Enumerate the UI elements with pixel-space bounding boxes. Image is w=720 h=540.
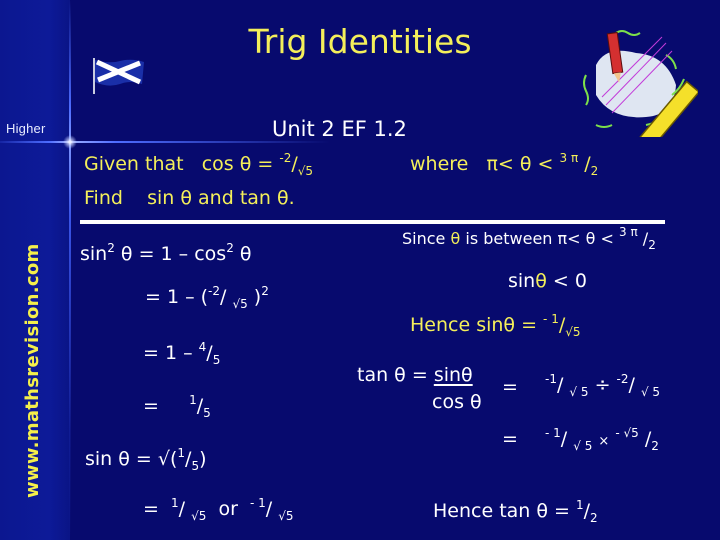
find-label: Find <box>84 187 123 209</box>
text-part: = <box>143 498 159 520</box>
range-denominator: 2 <box>590 164 599 178</box>
exponent: 2 <box>107 241 115 255</box>
multiply-operator: × <box>598 434 610 449</box>
text-part: sin θ = √( <box>85 448 178 470</box>
given-numerator: -2 <box>279 151 292 165</box>
separator-rule <box>80 220 665 224</box>
numerator: -1 <box>545 372 557 386</box>
numerator: 1 <box>177 446 186 460</box>
text-part: = <box>143 395 159 417</box>
denominator: 2 <box>590 511 598 525</box>
question-find-line: Find sin θ and tan θ. <box>84 187 295 209</box>
tan-definition-denominator: cos θ <box>432 391 482 413</box>
working-line-6: = 1/ √5 or - 1/ √5 <box>143 496 294 523</box>
sign-line: sinθ < 0 <box>508 270 587 292</box>
numerator: - 1 <box>545 426 561 440</box>
tan-step-2: - 1/ √ 5 × - √5 /2 <box>545 426 659 453</box>
site-watermark: www.mathsrevision.com <box>22 243 43 498</box>
hence-tan-line: Hence tan θ = 1/2 <box>433 498 598 525</box>
text-part: sin <box>80 243 108 265</box>
text-part: = 1 – <box>143 342 193 364</box>
exponent: 2 <box>261 284 269 298</box>
question-given-line: Given that cos θ = -2/√5 <box>84 151 314 178</box>
numerator: 1 <box>576 498 584 512</box>
working-line-4: = 1/5 <box>143 393 211 420</box>
denominator: 5 <box>203 406 211 420</box>
text-part: θ = 1 – cos <box>120 243 227 265</box>
horizontal-divider <box>0 141 330 143</box>
text-part: Hence tan θ = <box>433 500 570 522</box>
denominator: 5 <box>191 459 200 473</box>
where-label: where <box>410 153 469 175</box>
denominator: 5 <box>212 353 221 367</box>
working-line-1: sin2 θ = 1 – cos2 θ <box>80 241 252 265</box>
working-line-5: sin θ = √(1/5) <box>85 446 207 473</box>
text-part: < 0 <box>552 270 587 292</box>
text-part: ) <box>199 448 207 470</box>
level-label: Higher <box>6 121 46 136</box>
divider-cross-glow <box>63 135 77 149</box>
theta-highlight: θ <box>535 270 547 292</box>
numerator: - 1 <box>543 312 559 326</box>
numerator: 1 <box>189 393 197 407</box>
given-denominator: √5 <box>297 164 314 178</box>
ruler-pencil-clipart <box>583 30 698 137</box>
scottish-flag-icon <box>93 58 144 94</box>
text-part: Since <box>402 229 446 248</box>
text-part: Hence sinθ = <box>410 314 537 336</box>
find-text: sin θ and tan θ. <box>147 187 295 209</box>
question-range: where π< θ < 3 π /2 <box>410 151 599 178</box>
equals-2: = <box>502 428 518 450</box>
numerator: -2 <box>208 284 221 298</box>
denominator: √5 <box>278 509 294 523</box>
range-left: π< θ < <box>486 153 554 175</box>
since-line: Since θ is between π< θ < 3 π /2 <box>402 225 656 252</box>
numerator: 3 π <box>619 225 638 239</box>
numerator: 4 <box>198 340 207 354</box>
exponent: 2 <box>226 241 234 255</box>
denominator: 2 <box>651 439 659 453</box>
equals-1: = <box>502 376 518 398</box>
given-prefix: Given that <box>84 153 184 175</box>
range-numerator: 3 π <box>559 151 579 165</box>
unit-label: Unit 2 EF 1.2 <box>272 117 407 141</box>
text-part: sin <box>508 270 536 292</box>
hence-sin-line: Hence sinθ = - 1/√5 <box>410 312 581 339</box>
given-func: cos θ = <box>201 153 274 175</box>
denominator: √5 <box>191 509 207 523</box>
denominator: √5 <box>232 297 248 311</box>
text-part: is between π< θ < <box>465 229 614 248</box>
tan-step-1: -1/ √ 5 ÷ -2/ √ 5 <box>545 372 661 399</box>
numerator: -2 <box>616 372 629 386</box>
numerator: - 1 <box>250 496 266 510</box>
denominator: √ 5 <box>569 385 589 399</box>
denominator: √ 5 <box>573 439 593 453</box>
working-line-3: = 1 – 4/5 <box>143 340 221 367</box>
vertical-divider <box>69 0 71 540</box>
denominator: 2 <box>648 238 656 252</box>
numerator: - √5 <box>615 426 639 440</box>
denominator: √5 <box>565 325 581 339</box>
tan-definition: tan θ = sinθ <box>357 364 473 386</box>
working-line-2: = 1 – (-2/ √5 )2 <box>145 284 269 311</box>
fraction-numerator: sinθ <box>433 364 473 386</box>
text-part: tan θ = <box>357 364 428 386</box>
numerator: 1 <box>171 496 179 510</box>
text-part: or <box>218 498 238 520</box>
divide-operator: ÷ <box>594 374 611 396</box>
text-part: = 1 – ( <box>145 286 209 308</box>
text-part: θ <box>239 243 252 265</box>
denominator: √ 5 <box>640 385 661 399</box>
theta-highlight: θ <box>450 229 461 248</box>
